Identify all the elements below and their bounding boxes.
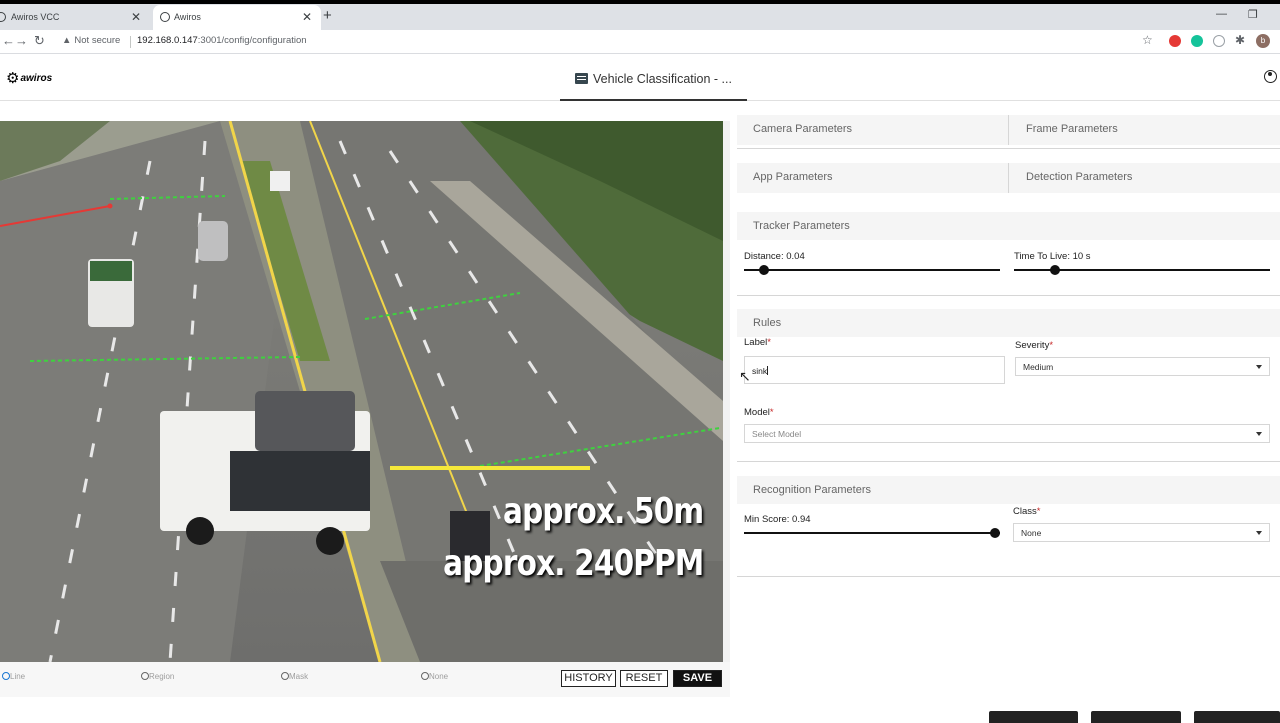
dropdown-arrow-icon	[1256, 365, 1262, 369]
time-to-live-label: Time To Live: 10 s	[1014, 251, 1091, 262]
logo-gear-icon: ⚙	[6, 70, 20, 87]
close-tab-icon[interactable]: ✕	[302, 5, 312, 29]
camera-frame-row: Camera Parameters Frame Parameters	[737, 115, 1280, 145]
radio-circle-icon	[2, 672, 10, 680]
warning-triangle-icon: ▲	[62, 35, 72, 46]
minimize-window-icon[interactable]: —	[1216, 8, 1227, 20]
radio-mask[interactable]: Mask	[281, 672, 308, 681]
adblock-extension-icon[interactable]	[1169, 35, 1181, 47]
address-separator	[130, 36, 131, 48]
detection-parameters-header[interactable]: Detection Parameters	[1010, 163, 1280, 193]
class-field-title: Class*	[1013, 506, 1041, 517]
panel-separator	[723, 121, 730, 697]
dropdown-arrow-icon	[1256, 432, 1262, 436]
app-parameters-header[interactable]: App Parameters	[737, 163, 1009, 193]
model-field-title: Model*	[744, 407, 774, 418]
app-header: ⚙awiros Vehicle Classification - ...	[0, 55, 1280, 101]
site-favicon-icon	[160, 12, 170, 22]
distance-slider[interactable]	[744, 265, 1000, 275]
divider	[737, 295, 1280, 296]
frame-parameters-header[interactable]: Frame Parameters	[1010, 115, 1280, 145]
tab-title: Awiros	[174, 12, 201, 22]
browser-address-bar: ← → ↻ ▲ Not secure 192.168.0.147:3001/con…	[0, 30, 1280, 54]
divider	[737, 576, 1280, 577]
browser-tab-awiros-vcc[interactable]: Awiros VCC ✕	[0, 5, 150, 30]
mouse-pointer-icon: ↖	[739, 368, 751, 384]
camera-video-canvas[interactable]: approx. 50m approx. 240PPM	[0, 121, 723, 662]
close-tab-icon[interactable]: ✕	[131, 5, 141, 29]
parameters-panel: Camera Parameters Frame Parameters App P…	[737, 115, 1280, 720]
class-select[interactable]: None	[1013, 523, 1270, 542]
text-caret	[767, 366, 769, 375]
radio-circle-icon	[141, 672, 149, 680]
recognition-parameters-header[interactable]: Recognition Parameters	[737, 476, 1280, 504]
radio-region[interactable]: Region	[141, 672, 174, 681]
severity-select[interactable]: Medium	[1015, 357, 1270, 376]
app-detection-row: App Parameters Detection Parameters	[737, 163, 1280, 193]
divider	[737, 461, 1280, 462]
forward-arrow-icon[interactable]: →	[15, 33, 28, 48]
save-button[interactable]: SAVE	[673, 670, 722, 687]
radio-circle-icon	[421, 672, 429, 680]
label-input[interactable]: sink	[744, 356, 1005, 384]
overlay-ppm-text: approx. 240PPM	[442, 543, 704, 584]
new-tab-plus-icon[interactable]: +	[323, 7, 332, 25]
restore-window-icon[interactable]: ❐	[1248, 8, 1258, 21]
distance-label: Distance: 0.04	[744, 251, 805, 262]
history-button[interactable]: HISTORY	[561, 670, 616, 687]
min-score-label: Min Score: 0.94	[744, 514, 811, 525]
min-score-slider[interactable]	[744, 528, 1000, 538]
extensions-puzzle-icon[interactable]: ✱	[1235, 33, 1245, 47]
grammarly-extension-icon[interactable]	[1191, 35, 1203, 47]
model-select[interactable]: Select Model	[744, 424, 1270, 443]
dropdown-arrow-icon	[1256, 531, 1262, 535]
bottom-tab[interactable]	[1194, 711, 1280, 723]
radio-line[interactable]: Line	[2, 672, 25, 681]
draw-toolbar: Line Region Mask None HISTORY RESET SAVE	[0, 662, 730, 697]
camera-parameters-header[interactable]: Camera Parameters	[737, 115, 1009, 145]
label-field-title: Label*	[744, 337, 771, 348]
url-field[interactable]: 192.168.0.147:3001/config/configuration	[137, 35, 307, 46]
time-to-live-slider[interactable]	[1014, 265, 1270, 275]
site-favicon-icon	[0, 12, 6, 22]
bookmark-star-icon[interactable]: ☆	[1142, 33, 1153, 47]
tracker-parameters-header[interactable]: Tracker Parameters	[737, 212, 1280, 240]
divider	[737, 148, 1280, 149]
browser-tab-awiros[interactable]: Awiros ✕	[153, 5, 321, 30]
app-title-tab[interactable]: Vehicle Classification - ...	[560, 55, 747, 101]
reload-icon[interactable]: ↻	[34, 33, 45, 49]
bottom-tab[interactable]	[1091, 711, 1181, 723]
security-indicator[interactable]: ▲ Not secure	[62, 35, 120, 46]
min-score-slider-knob[interactable]	[989, 528, 1000, 538]
overlay-distance-text: approx. 50m	[502, 491, 704, 532]
screen-top-strip	[0, 0, 1280, 4]
back-arrow-icon[interactable]: ←	[2, 33, 15, 48]
time-to-live-slider-knob[interactable]	[1049, 265, 1060, 275]
profile-avatar[interactable]: b	[1256, 34, 1270, 48]
distance-slider-knob[interactable]	[759, 265, 770, 275]
reset-button[interactable]: RESET	[620, 670, 668, 687]
bottom-tab[interactable]	[989, 711, 1078, 723]
radio-circle-icon	[281, 672, 289, 680]
rules-header[interactable]: Rules	[737, 309, 1280, 337]
radio-none[interactable]: None	[421, 672, 448, 681]
document-icon	[575, 73, 589, 84]
tab-title: Awiros VCC	[11, 12, 60, 22]
awiros-logo[interactable]: ⚙awiros	[6, 69, 52, 87]
shield-extension-icon[interactable]	[1213, 35, 1225, 47]
user-account-icon[interactable]	[1264, 70, 1277, 83]
severity-field-title: Severity*	[1015, 340, 1054, 351]
